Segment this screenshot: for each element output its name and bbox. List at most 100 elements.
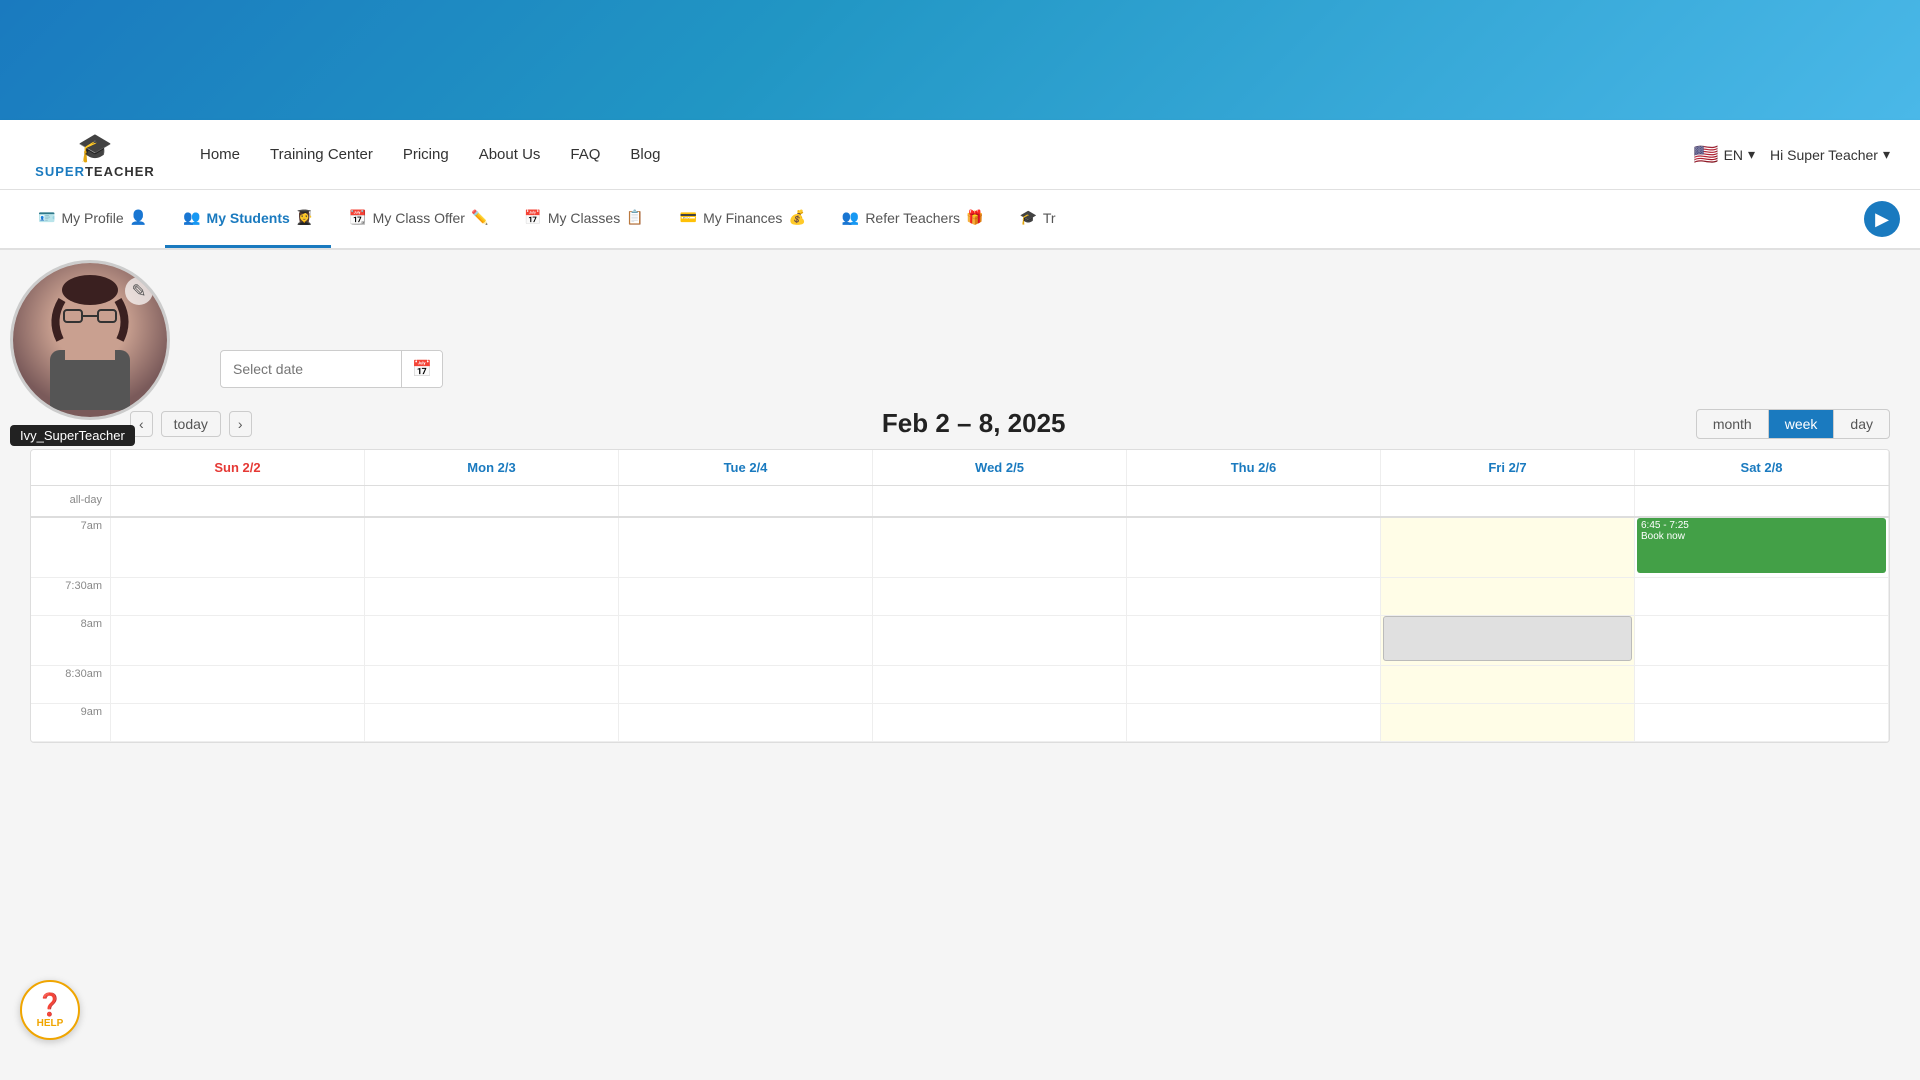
class-offer-icon: 📆 [349,209,366,226]
cell-fri-830am[interactable] [1381,666,1635,703]
cell-fri-9am[interactable] [1381,704,1635,741]
time-row-8am: 8am [31,616,1889,666]
cell-thu-830am[interactable] [1127,666,1381,703]
cell-mon-9am[interactable] [365,704,619,741]
cell-mon-830am[interactable] [365,666,619,703]
tab-my-students-label: My Students [207,210,290,226]
cell-fri-7am[interactable] [1381,518,1635,577]
event-gray[interactable] [1383,616,1632,661]
nav-about[interactable]: About Us [479,146,541,163]
cell-tue-7am[interactable] [619,518,873,577]
cell-sun-830am[interactable] [111,666,365,703]
cell-mon-730am[interactable] [365,578,619,615]
profile-emoji: 👤 [130,209,147,226]
tab-my-profile[interactable]: 🪪 My Profile 👤 [20,190,165,248]
cal-header-thu: Thu 2/6 [1127,450,1381,485]
view-month-button[interactable]: month [1697,410,1769,438]
nav-faq[interactable]: FAQ [570,146,600,163]
cal-header-wed: Wed 2/5 [873,450,1127,485]
nav-pricing[interactable]: Pricing [403,146,449,163]
cell-sat-9am[interactable] [1635,704,1889,741]
calendar-toggle-button[interactable]: 📅 [401,351,442,387]
tab-refer-teachers[interactable]: 👥 Refer Teachers 🎁 [824,190,1002,248]
cell-thu-7am[interactable] [1127,518,1381,577]
date-input-wrapper: 📅 [220,350,443,388]
time-label-730am: 7:30am [31,578,111,615]
today-button[interactable]: today [161,411,221,437]
cell-thu-9am[interactable] [1127,704,1381,741]
classes-icon: 📅 [524,209,541,226]
cell-tue-8am[interactable] [619,616,873,665]
help-icon: ❓ [36,992,63,1018]
nav-links: Home Training Center Pricing About Us FA… [200,146,1694,163]
calendar-header-row: Sun 2/2 Mon 2/3 Tue 2/4 Wed 2/5 Thu 2/6 … [31,450,1889,486]
help-button[interactable]: ❓ HELP [20,980,80,1040]
flag-icon: 🇺🇸 [1694,142,1719,167]
cell-sun-730am[interactable] [111,578,365,615]
tab-my-classes[interactable]: 📅 My Classes 📋 [506,190,661,248]
tab-my-students[interactable]: 👥 My Students 👩‍🎓 [165,190,331,248]
cell-mon-7am[interactable] [365,518,619,577]
time-row-730am: 7:30am [31,578,1889,616]
sub-nav-arrow[interactable]: ▶ [1864,201,1900,237]
cell-thu-730am[interactable] [1127,578,1381,615]
cell-wed-7am[interactable] [873,518,1127,577]
tab-my-class-offer[interactable]: 📆 My Class Offer ✏️ [331,190,506,248]
all-day-row: all-day [31,486,1889,518]
time-row-9am: 9am [31,704,1889,742]
cell-wed-8am[interactable] [873,616,1127,665]
all-day-tue [619,486,873,516]
time-label-9am: 9am [31,704,111,741]
logo[interactable]: 🎓 SUPERTEACHER [30,131,160,179]
event-book-now[interactable]: 6:45 - 7:25 Book now [1637,518,1886,573]
date-picker-row: 📅 [220,350,1890,388]
logo-icon: 🎓 [78,131,113,164]
cell-tue-9am[interactable] [619,704,873,741]
user-greeting[interactable]: Hi Super Teacher ▾ [1770,146,1890,163]
all-day-fri [1381,486,1635,516]
navbar: 🎓 SUPERTEACHER Home Training Center Pric… [0,120,1920,190]
profile-icon: 🪪 [38,209,55,226]
class-offer-emoji: ✏️ [471,209,488,226]
nav-home[interactable]: Home [200,146,240,163]
tab-my-finances-label: My Finances [703,210,782,226]
refer-icon: 👥 [842,209,859,226]
nav-blog[interactable]: Blog [630,146,660,163]
cell-wed-730am[interactable] [873,578,1127,615]
tab-my-finances[interactable]: 💳 My Finances 💰 [662,190,824,248]
cell-wed-830am[interactable] [873,666,1127,703]
lang-chevron-icon: ▾ [1748,146,1755,163]
view-week-button[interactable]: week [1769,410,1835,438]
view-day-button[interactable]: day [1834,410,1889,438]
cell-fri-730am[interactable] [1381,578,1635,615]
cell-sat-7am[interactable]: 6:45 - 7:25 Book now [1635,518,1889,577]
classes-emoji: 📋 [626,209,643,226]
nav-training[interactable]: Training Center [270,146,373,163]
time-label-8am: 8am [31,616,111,665]
training2-icon: 🎓 [1019,209,1036,226]
tab-training2[interactable]: 🎓 Tr [1001,190,1073,248]
webcam-edit-icon[interactable]: ✎ [125,277,153,305]
cell-tue-830am[interactable] [619,666,873,703]
cell-tue-730am[interactable] [619,578,873,615]
arrow-icon: ▶ [1875,209,1889,230]
cell-sat-8am[interactable] [1635,616,1889,665]
cell-sun-7am[interactable] [111,518,365,577]
cell-sat-730am[interactable] [1635,578,1889,615]
date-input[interactable] [221,353,401,385]
cell-sun-8am[interactable] [111,616,365,665]
cell-fri-8am[interactable] [1381,616,1635,665]
cell-sat-830am[interactable] [1635,666,1889,703]
top-banner [0,0,1920,120]
cell-mon-8am[interactable] [365,616,619,665]
students-icon: 👥 [183,209,200,226]
language-label: EN [1724,147,1743,163]
cell-wed-9am[interactable] [873,704,1127,741]
cell-thu-8am[interactable] [1127,616,1381,665]
cal-next-button[interactable]: › [229,411,252,437]
language-selector[interactable]: 🇺🇸 EN ▾ [1694,142,1755,167]
all-day-sat [1635,486,1889,516]
cell-sun-9am[interactable] [111,704,365,741]
cal-header-sat: Sat 2/8 [1635,450,1889,485]
calendar-controls: ‹ today › Feb 2 – 8, 2025 month week day [30,408,1890,439]
